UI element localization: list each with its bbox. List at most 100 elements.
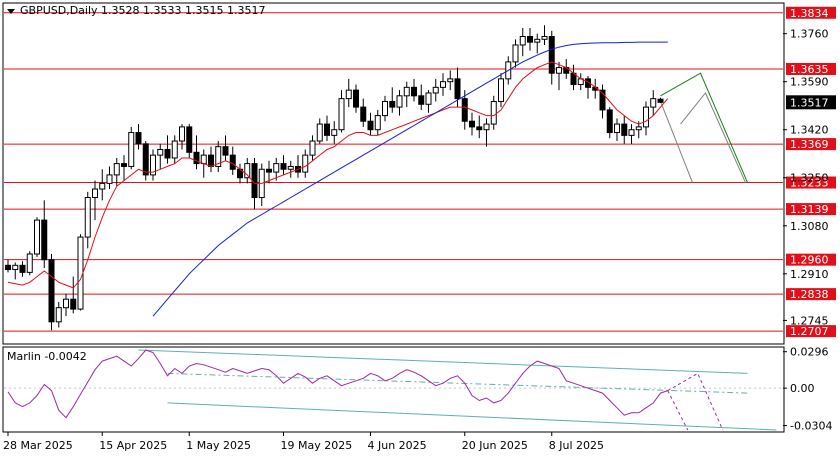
candle-body-38: [280, 163, 287, 170]
candle-body-41: [302, 154, 309, 173]
candle-body-7: [55, 307, 62, 323]
candle-body-67: [490, 100, 497, 125]
candle-body-90: [657, 98, 664, 103]
candle-body-36: [266, 168, 272, 173]
candle-body-83: [606, 109, 613, 134]
candle-body-47: [345, 89, 352, 100]
level-label-1: 1.3635: [790, 63, 829, 76]
candle-body-21: [157, 148, 164, 156]
candle-body-63: [461, 98, 468, 122]
candle-body-39: [287, 165, 294, 170]
candle-body-23: [171, 140, 178, 159]
candle-body-25: [186, 126, 193, 153]
candle-body-56: [411, 86, 417, 97]
osc-scale-label-1: 0.00: [790, 382, 815, 395]
candle-body-84: [614, 123, 620, 134]
candle-body-5: [41, 219, 48, 261]
candle-body-10: [77, 236, 84, 310]
candle-body-66: [483, 123, 490, 131]
indicator-label: Marlin -0.0042: [7, 350, 87, 363]
candle-body-19: [142, 143, 149, 176]
candle-body-54: [396, 95, 403, 108]
candle-body-58: [425, 92, 432, 105]
candle-body-18: [135, 132, 142, 145]
price-panel-frame: [2, 2, 785, 345]
candle-body-9: [70, 298, 77, 310]
candle-body-22: [164, 148, 171, 159]
candle-body-6: [48, 259, 55, 323]
candle-body-73: [534, 38, 541, 43]
price-tick-label-2: 1.3420: [790, 124, 829, 137]
candle-body-8: [63, 298, 69, 309]
candle-body-52: [382, 100, 388, 117]
osc-scale-label-2: -0.0304: [790, 420, 832, 433]
candle-body-4: [34, 219, 40, 255]
candle-body-64: [469, 120, 475, 128]
symbol-header: GBPUSD,Daily 1.3528 1.3533 1.3515 1.3517: [20, 4, 265, 17]
candle-body-86: [628, 129, 635, 136]
candle-body-43: [316, 123, 323, 142]
time-axis: 28 Mar 2025 15 Apr 2025 1 May 2025 19 May 2…: [3, 432, 604, 452]
candle-body-2: [19, 264, 26, 273]
chart-canvas: 1.38341.36351.33691.32331.31391.29601.28…: [2, 2, 836, 452]
candle-body-24: [179, 126, 185, 142]
candle-body-44: [324, 123, 330, 136]
candle-body-42: [309, 140, 316, 156]
candle-body-30: [222, 146, 229, 156]
candle-body-62: [454, 78, 461, 100]
level-label-0: 1.3834: [790, 7, 829, 20]
price-tick-label-4: 1.3080: [790, 220, 829, 233]
candle-body-13: [99, 182, 106, 190]
candle-body-68: [498, 78, 504, 102]
candle-body-87: [635, 126, 642, 131]
candle-body-11: [84, 197, 91, 238]
time-label-3: 19 May 2025: [281, 439, 353, 452]
candle-body-65: [476, 126, 483, 131]
level-label-6: 1.2838: [790, 288, 829, 301]
price-tick-label-0: 1.3760: [790, 28, 829, 41]
candle-body-49: [360, 106, 367, 122]
candle-body-15: [113, 163, 120, 176]
time-label-6: 8 Jul 2025: [549, 439, 604, 452]
candle-body-1: [12, 264, 19, 271]
candle-body-3: [26, 253, 33, 273]
candle-body-74: [541, 35, 548, 40]
candle-body-27: [200, 154, 207, 165]
price-tick-label-1: 1.3590: [790, 76, 829, 89]
candle-body-0: [5, 264, 11, 271]
candle-body-57: [418, 95, 425, 105]
time-label-1: 15 Apr 2025: [99, 439, 167, 452]
candle-body-16: [121, 163, 127, 167]
candle-body-51: [374, 115, 381, 131]
candle-body-17: [128, 132, 135, 167]
level-label-2: 1.3369: [790, 138, 829, 151]
level-label-4: 1.3139: [790, 203, 829, 216]
candle-body-61: [447, 78, 454, 83]
candle-body-37: [273, 163, 280, 173]
time-label-0: 28 Mar 2025: [3, 439, 73, 452]
osc-scale-label-0: 0.0296: [790, 346, 829, 359]
candle-body-28: [208, 154, 214, 167]
time-label-2: 1 May 2025: [186, 439, 251, 452]
candle-body-45: [331, 129, 338, 136]
candle-body-46: [338, 98, 345, 131]
time-label-4: 4 Jun 2025: [368, 439, 427, 452]
current-price-label: 1.3517: [790, 96, 829, 109]
candle-body-85: [621, 123, 628, 136]
candle-body-89: [650, 98, 657, 108]
candle-body-53: [389, 100, 396, 108]
candle-body-55: [403, 86, 410, 97]
candle-body-12: [92, 188, 98, 199]
price-tick-label-6: 1.2745: [790, 314, 829, 327]
candle-body-71: [519, 35, 526, 46]
candle-body-50: [367, 120, 374, 131]
price-tick-label-5: 1.2910: [790, 268, 829, 281]
candle-body-14: [106, 174, 113, 184]
price-tick-label-3: 1.3250: [790, 172, 829, 185]
level-label-5: 1.2960: [790, 254, 829, 267]
candle-body-72: [527, 35, 533, 43]
candle-body-76: [556, 67, 562, 74]
time-label-5: 20 Jun 2025: [462, 439, 528, 452]
candle-body-88: [643, 106, 649, 128]
candle-body-60: [440, 81, 446, 88]
